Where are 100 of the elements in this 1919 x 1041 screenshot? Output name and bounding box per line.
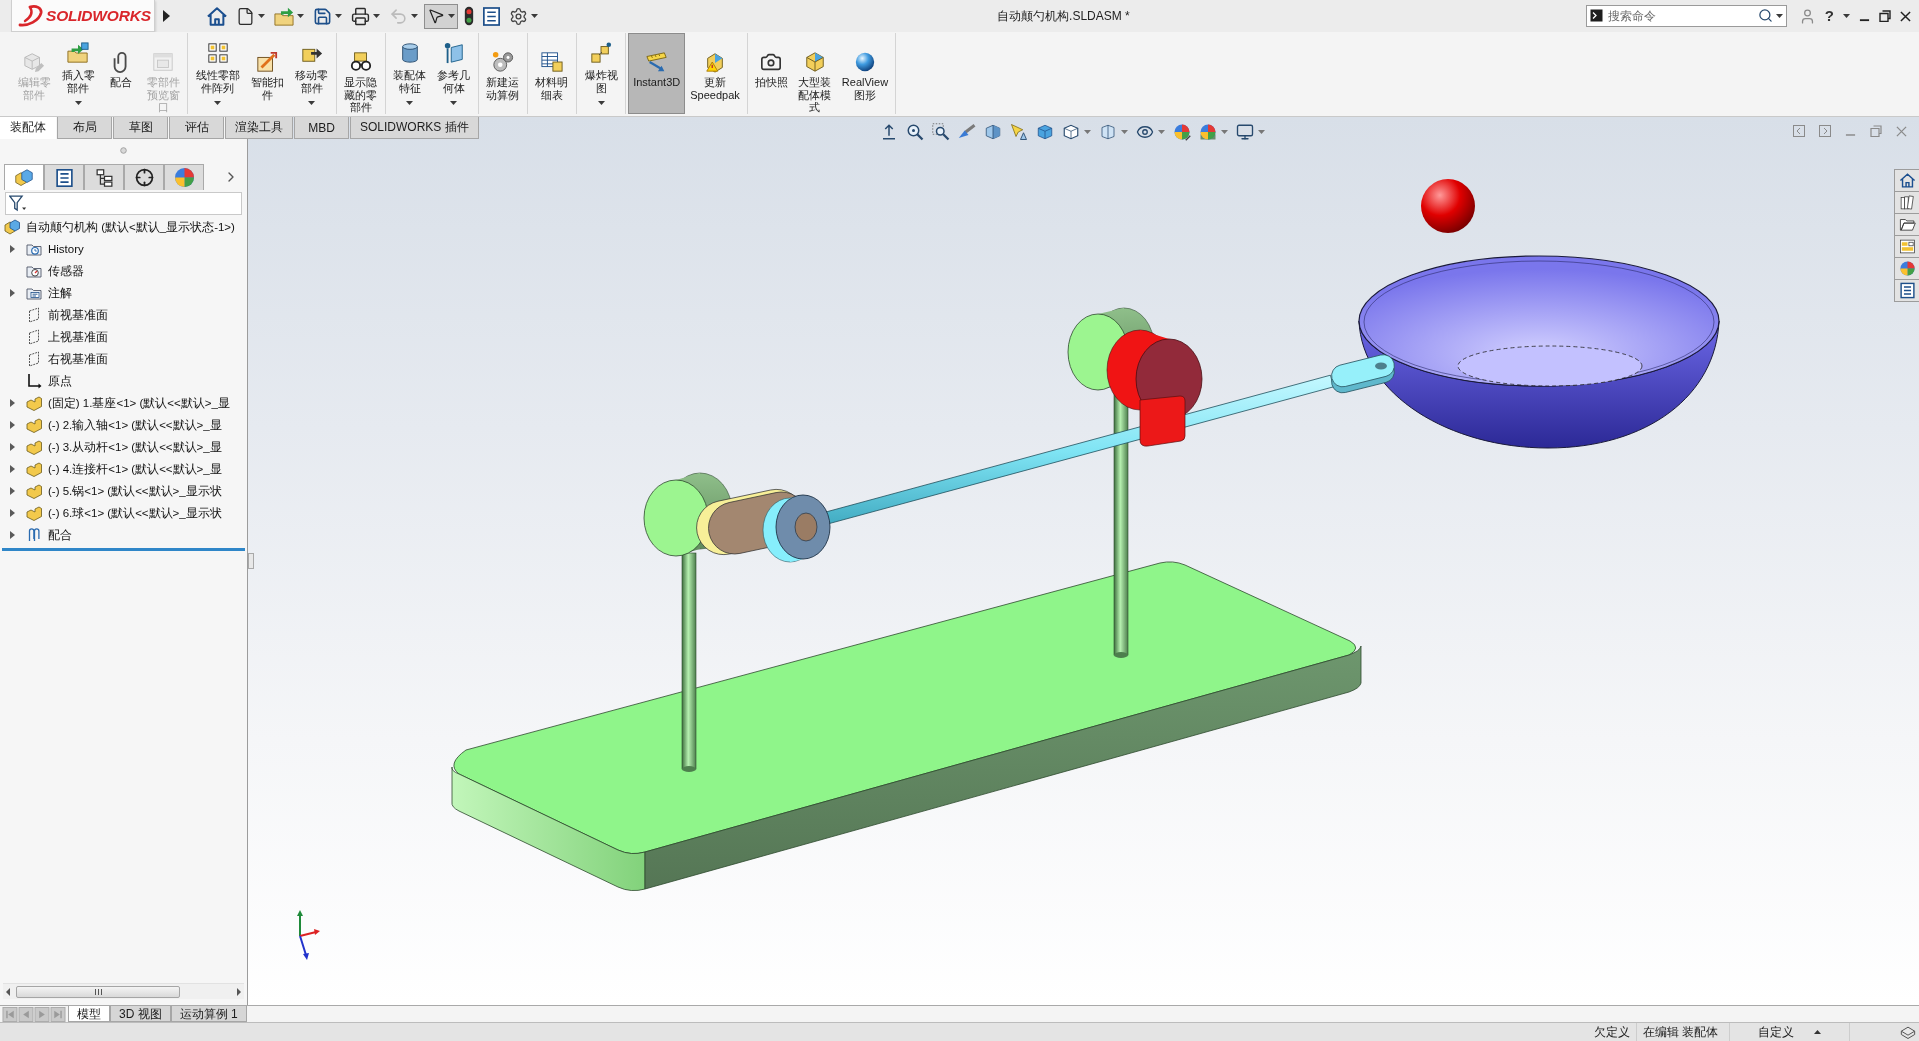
- ribbon-button[interactable]: 移动零部件: [289, 33, 334, 114]
- magnifier-icon[interactable]: [932, 123, 950, 141]
- tree-item[interactable]: History: [26, 240, 84, 258]
- ribbon-button[interactable]: 更新Speedpak: [685, 33, 745, 114]
- caret-icon[interactable]: [1775, 13, 1783, 18]
- section-cube-icon[interactable]: [984, 123, 1002, 141]
- bottom-tab[interactable]: 3D 视图: [110, 1006, 171, 1022]
- part-block-icon: [26, 483, 42, 499]
- expand-arrow-icon[interactable]: [9, 531, 15, 539]
- search-field[interactable]: 搜索命令: [1585, 5, 1787, 27]
- tree-item[interactable]: 传感器: [26, 262, 84, 280]
- ribbon-button[interactable]: 智能扣件: [245, 33, 290, 114]
- pane-left-icon[interactable]: [1793, 125, 1805, 137]
- command-tab[interactable]: 评估: [169, 117, 224, 139]
- pointer-icon[interactable]: [1010, 123, 1028, 141]
- tree-item[interactable]: (-) 5.锅<1> (默认<<默认>_显示状: [26, 482, 222, 500]
- task-pane-tab[interactable]: [1894, 169, 1919, 192]
- ribbon-button[interactable]: 参考几何体: [431, 33, 476, 114]
- arrow-up-icon[interactable]: [880, 123, 898, 141]
- expand-arrow-icon[interactable]: [9, 399, 15, 407]
- filter-field[interactable]: [5, 192, 242, 215]
- task-pane-tab[interactable]: [1894, 191, 1919, 214]
- tilted-box-icon[interactable]: [1900, 1024, 1916, 1040]
- task-pane-tab[interactable]: [1894, 235, 1919, 258]
- help-button[interactable]: ?: [1824, 8, 1834, 24]
- ribbon-button[interactable]: Instant3D: [628, 33, 686, 114]
- eye-icon[interactable]: [1136, 123, 1154, 141]
- tree-item[interactable]: 注解: [26, 284, 72, 302]
- horizontal-scrollbar[interactable]: [3, 983, 244, 999]
- tree-item[interactable]: 前视基准面: [26, 306, 108, 324]
- color-ball-icon[interactable]: [1173, 123, 1191, 141]
- panel-tab[interactable]: [44, 164, 84, 190]
- panel-tab[interactable]: [124, 164, 164, 190]
- task-pane-tab[interactable]: [1894, 279, 1919, 302]
- command-tab[interactable]: SOLIDWORKS 插件: [350, 117, 479, 139]
- task-pane-tab[interactable]: [1894, 257, 1919, 280]
- triangle-right-icon[interactable]: [237, 987, 241, 996]
- ribbon-button[interactable]: RealView图形: [836, 33, 894, 114]
- panel-tab[interactable]: [84, 164, 124, 190]
- color-ball-icon: [1898, 260, 1916, 277]
- tree-item[interactable]: (-) 6.球<1> (默认<<默认>_显示状: [26, 504, 222, 522]
- tree-item[interactable]: (固定) 1.基座<1> (默认<<默认>_显: [26, 394, 230, 412]
- expand-arrow-icon[interactable]: [9, 421, 15, 429]
- ribbon-button[interactable]: 爆炸视图: [579, 33, 624, 114]
- box-icon[interactable]: [1099, 123, 1117, 141]
- magnifier-icon[interactable]: [906, 123, 924, 141]
- ribbon-button[interactable]: 插入零部件: [56, 33, 101, 114]
- command-tab[interactable]: 草图: [113, 117, 168, 139]
- command-tab[interactable]: 装配体: [0, 117, 56, 139]
- close-icon[interactable]: [1900, 10, 1911, 22]
- skip-forward-icon[interactable]: [50, 1006, 66, 1022]
- bottom-tab[interactable]: 模型: [68, 1006, 110, 1022]
- ribbon-button[interactable]: 材料明细表: [529, 33, 575, 114]
- select-button[interactable]: [424, 3, 458, 29]
- tree-item[interactable]: 原点: [26, 372, 72, 390]
- expand-arrow-icon[interactable]: [9, 509, 15, 517]
- list-icon: [55, 168, 73, 187]
- expand-arrow-icon[interactable]: [9, 465, 15, 473]
- command-tab[interactable]: 布局: [57, 117, 112, 139]
- cube-outline-icon[interactable]: [1062, 123, 1080, 141]
- triangle-left-icon[interactable]: [6, 987, 10, 996]
- tree-item[interactable]: 上视基准面: [26, 328, 108, 346]
- ribbon-button[interactable]: 新建运动算例: [480, 33, 525, 114]
- logo-tab[interactable]: SOLIDWORKS: [11, 0, 155, 32]
- tree-item[interactable]: (-) 3.从动杆<1> (默认<<默认>_显: [26, 438, 222, 456]
- monitor-icon[interactable]: [1236, 123, 1254, 141]
- restore-icon[interactable]: [1879, 10, 1891, 22]
- caret-icon[interactable]: [1814, 1030, 1821, 1034]
- glasses-icon: [349, 51, 372, 73]
- ribbon-button[interactable]: 装配体特征: [387, 33, 432, 114]
- expand-arrow-icon[interactable]: [9, 289, 15, 297]
- expand-arrow-icon[interactable]: [9, 443, 15, 451]
- bottom-tab[interactable]: 运动算例 1: [170, 1006, 247, 1022]
- tree-item[interactable]: 右视基准面: [26, 350, 108, 368]
- cube-icon[interactable]: [1036, 123, 1054, 141]
- pane-right-icon[interactable]: [1819, 125, 1831, 137]
- command-tab[interactable]: MBD: [294, 117, 349, 139]
- search-icon[interactable]: [1757, 8, 1773, 23]
- graphics-viewport[interactable]: [248, 117, 1919, 1005]
- skip-back-icon[interactable]: [2, 1006, 18, 1022]
- task-pane-tab[interactable]: [1894, 213, 1919, 236]
- scrollbar-thumb[interactable]: [16, 985, 180, 998]
- table-icon: [541, 51, 563, 73]
- ribbon-button[interactable]: 大型装配体模式: [792, 33, 837, 114]
- tree-item[interactable]: (-) 2.输入轴<1> (默认<<默认>_显: [26, 416, 222, 434]
- ribbon-button[interactable]: 拍快照: [749, 33, 793, 114]
- expand-arrow-icon[interactable]: [9, 487, 15, 495]
- caret-icon[interactable]: [1843, 14, 1850, 18]
- tree-item[interactable]: 自动颠勺机构 (默认<默认_显示状态-1>): [4, 218, 235, 236]
- scene-ball-icon[interactable]: [1199, 123, 1217, 141]
- expand-arrow-icon[interactable]: [9, 245, 15, 253]
- command-tab[interactable]: 渲染工具: [225, 117, 293, 139]
- splitter-handle[interactable]: [248, 553, 254, 569]
- tree-item[interactable]: 配合: [26, 526, 72, 544]
- triangle-right-icon[interactable]: [163, 10, 170, 22]
- back-arrow-icon[interactable]: [958, 123, 976, 141]
- ribbon-button[interactable]: 显示隐藏的零部件: [338, 33, 383, 114]
- ribbon-button[interactable]: 线性零部件阵列: [190, 33, 246, 114]
- ribbon-button[interactable]: 配合: [100, 33, 142, 114]
- tree-item[interactable]: (-) 4.连接杆<1> (默认<<默认>_显: [26, 460, 222, 478]
